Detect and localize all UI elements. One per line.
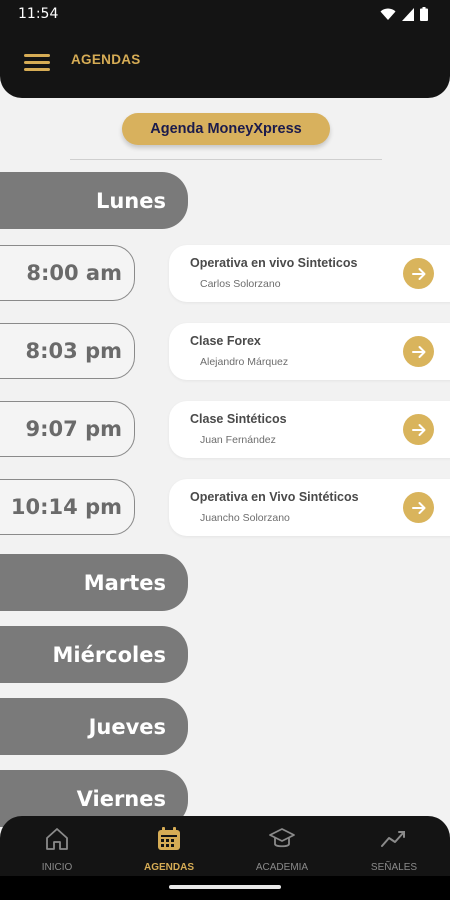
agenda-selector-button[interactable]: Agenda MoneyXpress [122,113,330,145]
event-card[interactable]: Operativa en Vivo Sintéticos Juancho Sol… [169,479,450,536]
event-title: Operativa en Vivo Sintéticos [190,490,359,504]
system-icons [380,7,428,21]
arrow-right-icon [411,501,425,514]
event-host: Alejandro Márquez [200,356,289,368]
nav-label: INICIO [41,862,73,873]
bottom-navigation: INICIO AGENDAS ACADEMIA SEÑALES [0,816,450,876]
calendar-icon [158,827,180,850]
event-host: Carlos Solorzano [200,278,281,290]
divider [70,159,382,160]
event-card[interactable]: Clase Sintéticos Juan Fernández [169,401,450,458]
day-tab-lunes[interactable]: Lunes [0,172,188,229]
event-card[interactable]: Operativa en vivo Sinteticos Carlos Solo… [169,245,450,302]
open-event-button[interactable] [403,258,434,289]
open-event-button[interactable] [403,414,434,445]
day-tab-jueves[interactable]: Jueves [0,698,188,755]
open-event-button[interactable] [403,492,434,523]
battery-icon [420,7,428,21]
arrow-right-icon [411,267,425,280]
event-card[interactable]: Clase Forex Alejandro Márquez [169,323,450,380]
nav-item-senales[interactable]: SEÑALES [339,816,449,876]
status-bar: 11:54 [0,0,450,28]
arrow-right-icon [411,345,425,358]
wifi-icon [380,8,396,20]
hamburger-menu-button[interactable] [24,52,50,74]
open-event-button[interactable] [403,336,434,367]
menu-icon [24,54,50,57]
event-host: Juan Fernández [200,434,276,446]
top-app-bar: 11:54 AGENDAS [0,0,450,98]
home-icon [46,828,68,850]
event-title: Clase Forex [190,334,261,348]
cellular-signal-icon [402,7,414,21]
nav-label: AGENDAS [143,862,194,873]
graduation-cap-icon [269,828,295,848]
menu-icon-bar [24,61,50,64]
event-time: 8:00 am [0,245,135,301]
day-tab-miercoles[interactable]: Miércoles [0,626,188,683]
nav-item-inicio[interactable]: INICIO [2,816,112,876]
trend-icon [381,831,405,847]
event-title: Clase Sintéticos [190,412,287,426]
nav-item-academia[interactable]: ACADEMIA [227,816,337,876]
event-host: Juancho Solorzano [200,512,290,524]
nav-item-agendas[interactable]: AGENDAS [114,816,224,876]
event-time: 9:07 pm [0,401,135,457]
day-tab-martes[interactable]: Martes [0,554,188,611]
event-title: Operativa en vivo Sinteticos [190,256,358,270]
menu-icon-bar [24,68,50,71]
event-time: 10:14 pm [0,479,135,535]
status-time: 11:54 [18,6,59,22]
nav-label: SEÑALES [370,862,418,873]
nav-label: ACADEMIA [255,862,309,873]
home-gesture-bar[interactable] [169,885,281,889]
event-time: 8:03 pm [0,323,135,379]
page-title: AGENDAS [71,52,141,67]
arrow-right-icon [411,423,425,436]
